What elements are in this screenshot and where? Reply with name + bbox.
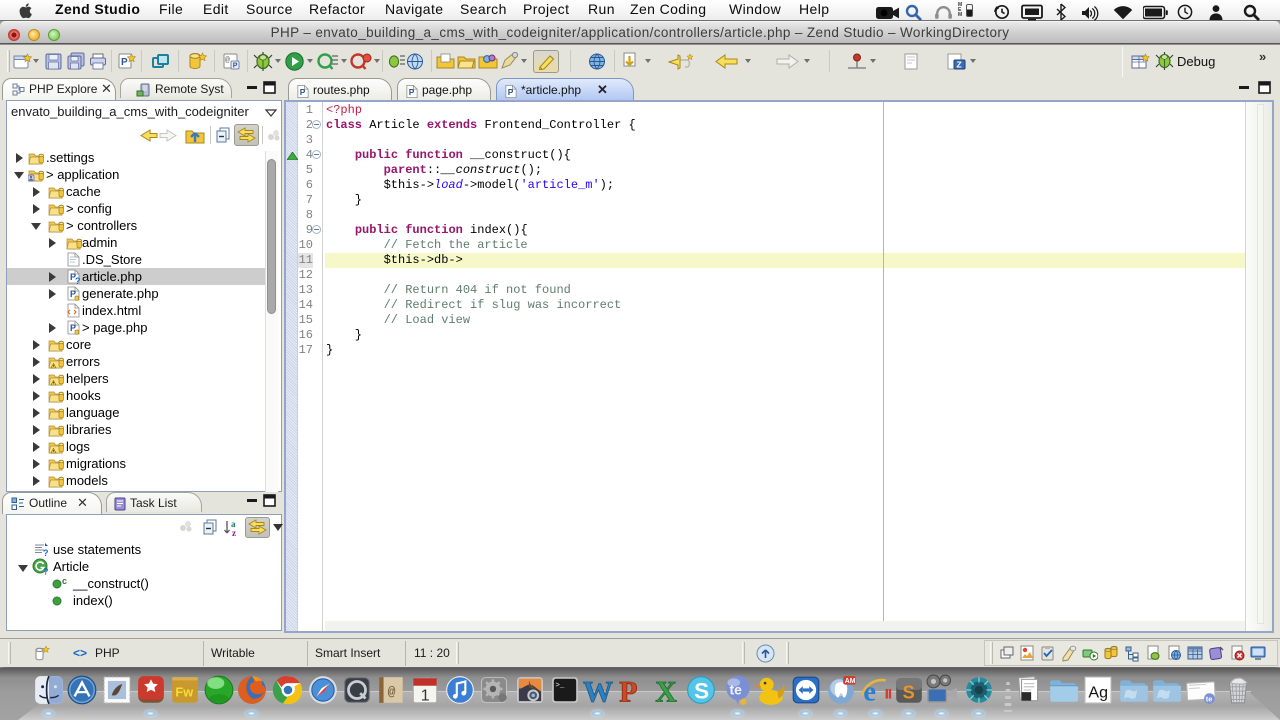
- svg-text:?: ?: [43, 548, 49, 557]
- svg-text:@: @: [225, 56, 230, 65]
- svg-text:W: W: [583, 676, 613, 706]
- svg-text:Z: Z: [957, 60, 962, 70]
- svg-text:1: 1: [421, 688, 430, 705]
- svg-text:?: ?: [75, 276, 81, 284]
- svg-text:S: S: [694, 679, 709, 704]
- svg-text:S: S: [903, 683, 915, 703]
- svg-text:@: @: [388, 684, 396, 699]
- svg-text:P: P: [508, 87, 514, 97]
- svg-text:P: P: [300, 87, 306, 97]
- svg-text:c: c: [62, 576, 67, 586]
- svg-text:Fw: Fw: [175, 684, 193, 699]
- svg-text:P: P: [619, 676, 637, 706]
- svg-text:>_: >_: [555, 682, 564, 690]
- svg-text:P: P: [409, 87, 415, 97]
- svg-text:X: X: [655, 676, 677, 706]
- svg-text:z: z: [232, 528, 236, 537]
- svg-text:?: ?: [43, 567, 49, 576]
- svg-text:AM: AM: [845, 678, 856, 685]
- svg-text:te: te: [1206, 695, 1213, 704]
- svg-text:P: P: [233, 63, 238, 70]
- svg-text:te: te: [729, 681, 742, 697]
- svg-text:P: P: [121, 57, 128, 68]
- svg-text:Ag: Ag: [1088, 684, 1108, 701]
